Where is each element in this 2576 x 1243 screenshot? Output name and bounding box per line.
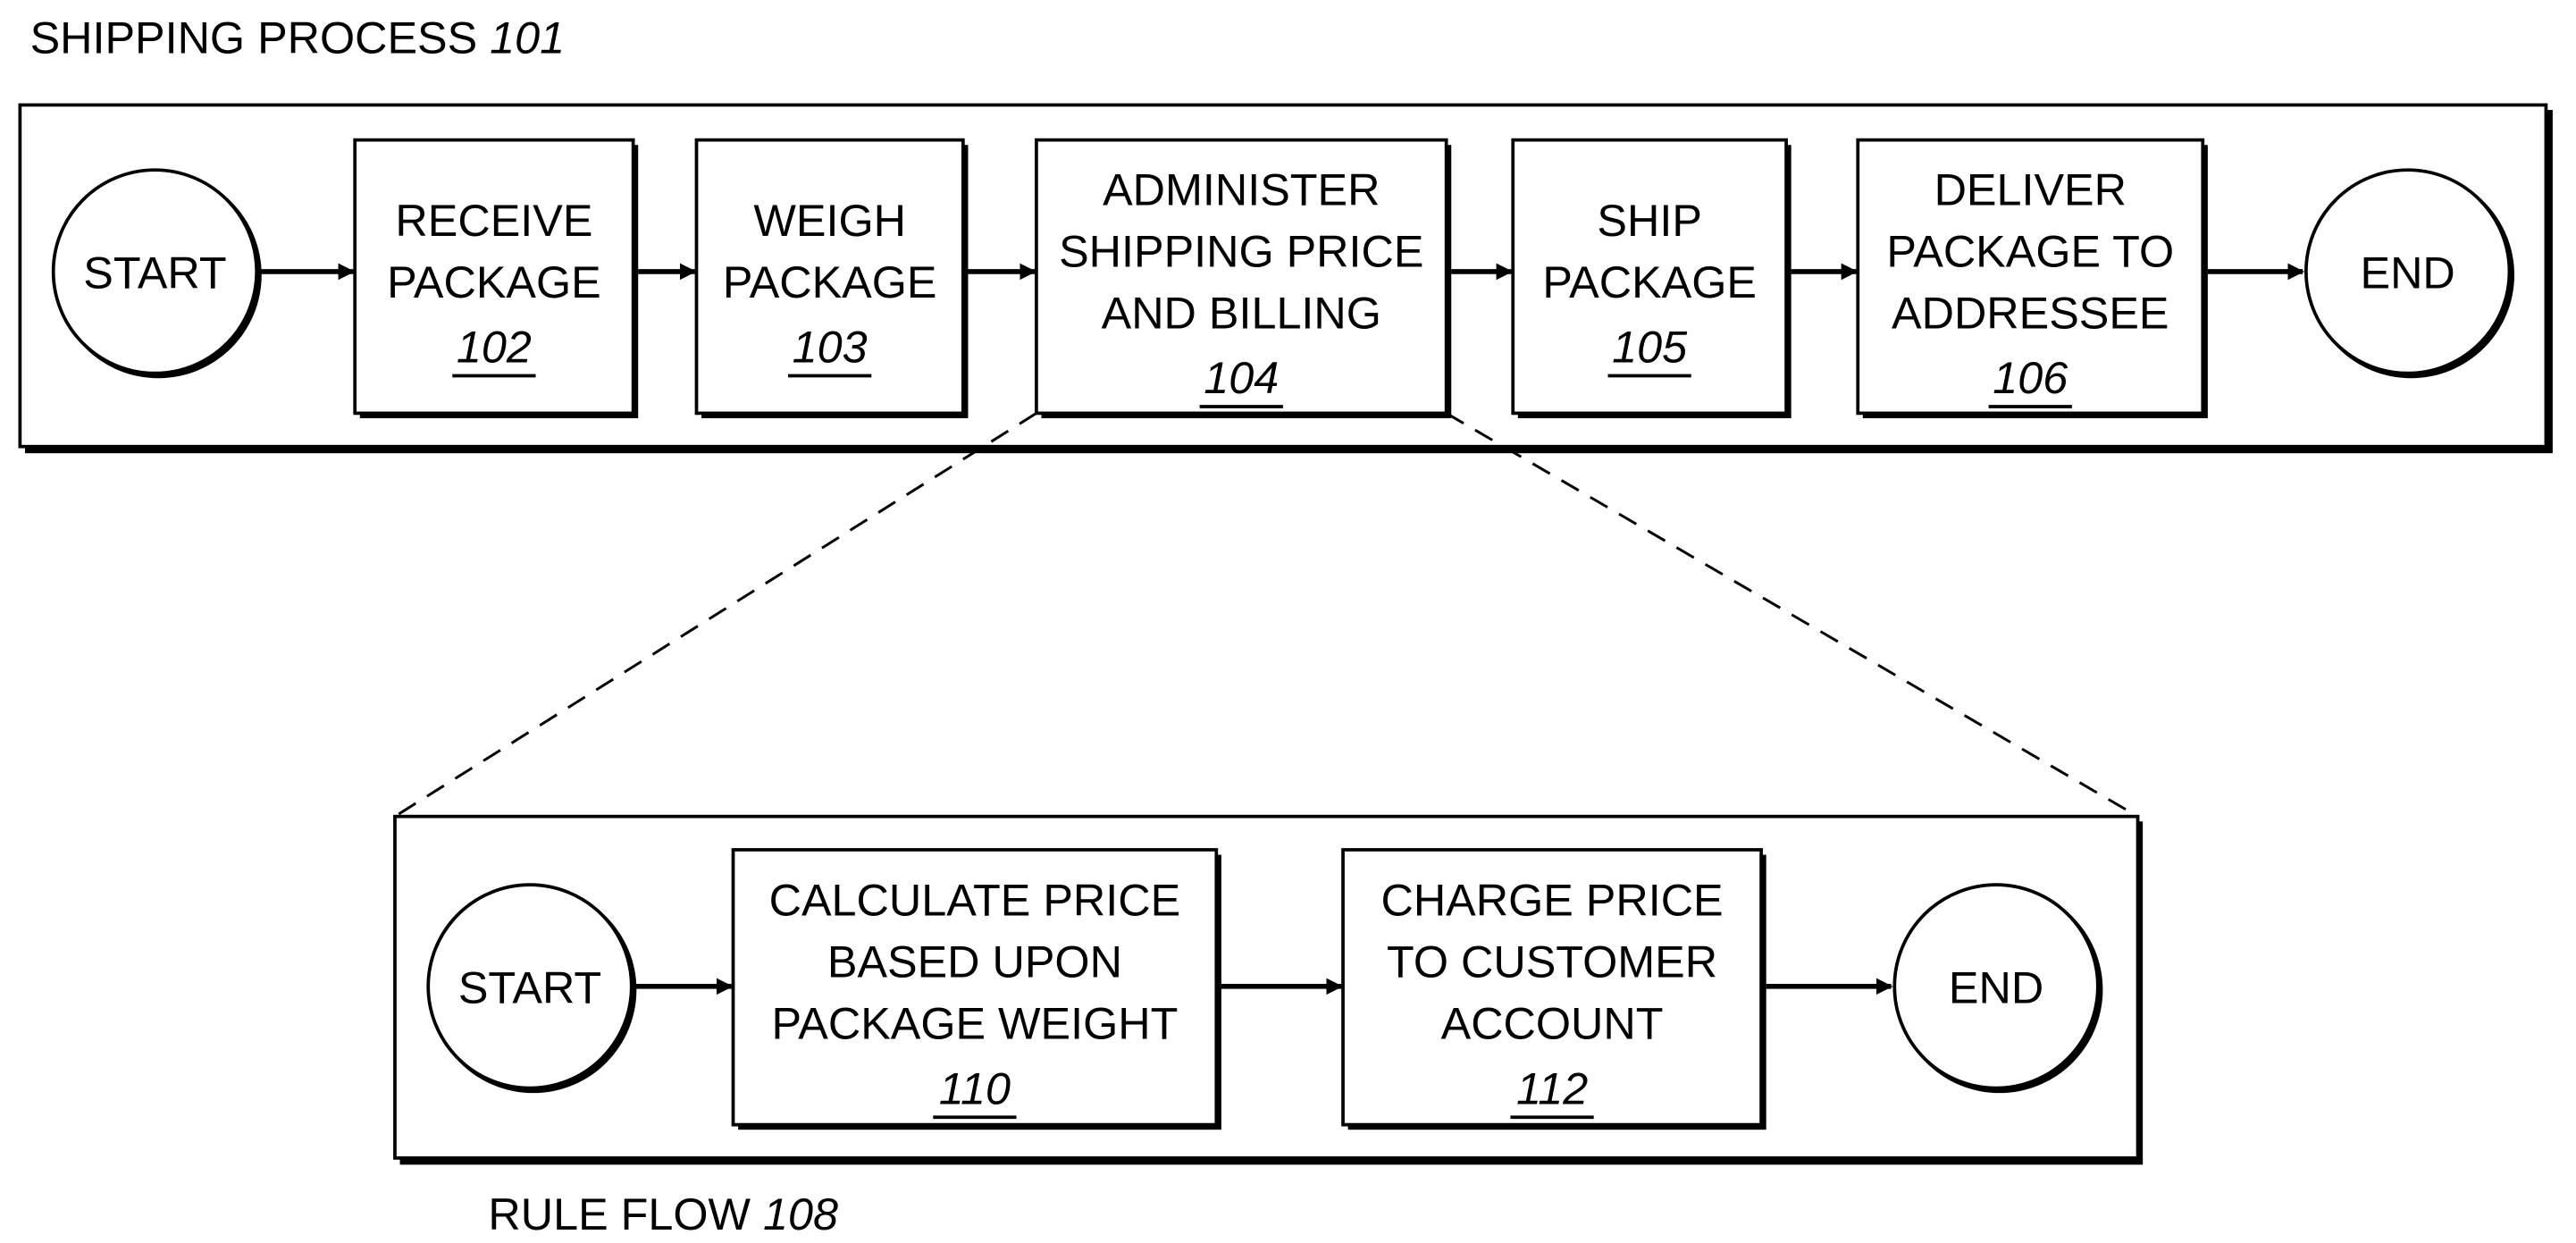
expansion-line-right <box>1445 412 2139 818</box>
rule-flow-start-node: START <box>426 883 637 1094</box>
end-node: END <box>2304 168 2515 379</box>
step-reference-number: 112 <box>1516 1062 1588 1113</box>
step-label-line: PACKAGE WEIGHT <box>771 998 1178 1049</box>
step-reference-number: 103 <box>793 322 868 373</box>
shipping-step-105: SHIP PACKAGE 105 <box>1511 138 1791 419</box>
rule-flow-frame <box>393 814 2144 1165</box>
step-label-line: PACKAGE <box>1542 256 1757 307</box>
shipping-step-104: ADMINISTER SHIPPING PRICE AND BILLING 104 <box>1035 138 1452 419</box>
rule-flow-start-label: START <box>458 962 601 1012</box>
step-label-line: RECEIVE <box>395 195 592 246</box>
rule-flow-title: RULE FLOW 108 <box>488 1188 838 1239</box>
rule-flow-step-110: CALCULATE PRICE BASED UPON PACKAGE WEIGHT 1… <box>731 848 1221 1130</box>
shipping-process-title: SHIPPING PROCESS 101 <box>30 13 566 63</box>
step-label-line: TO CUSTOMER <box>1387 936 1717 987</box>
step-label-line: ADDRESSEE <box>1892 287 2169 338</box>
step-label-line: PACKAGE <box>723 256 937 307</box>
shipping-step-103: WEIGH PACKAGE 103 <box>694 138 969 419</box>
step-reference-number: 104 <box>1204 352 1279 403</box>
step-label-line: SHIP <box>1597 195 1701 246</box>
rule-flow-step-112: CHARGE PRICE TO CUSTOMER ACCOUNT 112 <box>1341 848 1766 1130</box>
step-reference-number: 110 <box>939 1062 1011 1113</box>
step-label-line: CHARGE PRICE <box>1381 875 1724 926</box>
start-label: START <box>83 248 226 298</box>
shipping-step-102: RECEIVE PACKAGE 102 <box>353 138 639 419</box>
start-node: START <box>51 168 262 379</box>
step-label-line: ADMINISTER <box>1103 164 1380 214</box>
step-label-line: ACCOUNT <box>1441 998 1664 1049</box>
step-label-line: SHIPPING PRICE <box>1059 225 1423 276</box>
step-reference-number: 105 <box>1612 322 1688 373</box>
step-reference-number: 102 <box>457 322 532 373</box>
patent-flow-diagram: SHIPPING PROCESS 101 START END START END… <box>18 13 2553 1239</box>
step-label-line: CALCULATE PRICE <box>769 875 1181 926</box>
end-label: END <box>2361 248 2455 298</box>
step-label-line: DELIVER <box>1934 164 2127 214</box>
step-label-line: PACKAGE <box>387 256 601 307</box>
step-label-line: BASED UPON <box>827 936 1122 987</box>
step-label-line: PACKAGE TO <box>1886 225 2174 276</box>
shipping-step-106: DELIVER PACKAGE TO ADDRESSEE 106 <box>1856 138 2208 419</box>
expansion-line-left <box>394 412 1037 818</box>
step-reference-number: 106 <box>1993 352 2068 403</box>
step-label-line: WEIGH <box>753 195 906 246</box>
rule-flow-end-label: END <box>1949 962 2043 1012</box>
step-label-line: AND BILLING <box>1102 287 1381 338</box>
rule-flow-end-node: END <box>1892 883 2103 1094</box>
shipping-process-steps: RECEIVE PACKAGE 102 WEIGH PACKAGE 103 ADMINIST… <box>353 138 2208 419</box>
